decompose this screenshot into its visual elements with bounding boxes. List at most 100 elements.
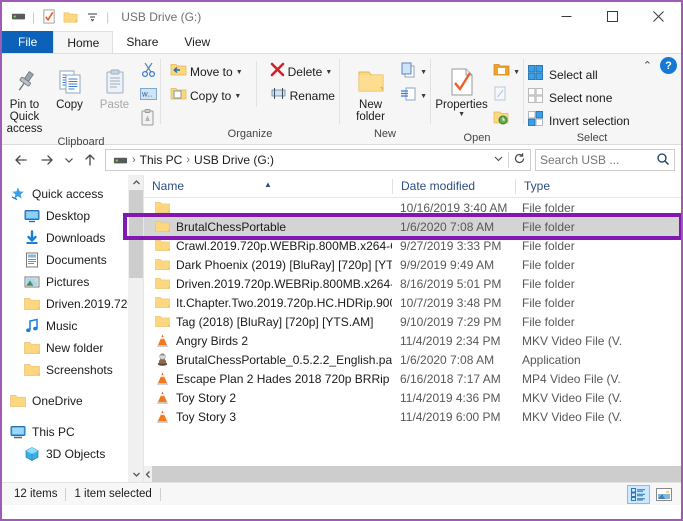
file-name-cell[interactable]: Toy Story 3	[144, 409, 392, 425]
sidebar-item-3d-objects[interactable]: 3D Objects	[2, 443, 143, 465]
chevron-down-icon-5[interactable]: ▼	[420, 93, 427, 100]
forward-button[interactable]	[34, 147, 60, 173]
column-header-name[interactable]: ▲ Name	[144, 175, 392, 198]
paste-button[interactable]: Paste	[92, 59, 137, 111]
nav-scrollbar-thumb[interactable]	[129, 190, 143, 278]
file-row[interactable]: BrutalChessPortable_0.5.2.2_English.paf 1…	[144, 350, 681, 369]
drive-icon[interactable]	[10, 8, 27, 25]
select-all-button[interactable]: Select all	[524, 65, 630, 85]
sidebar-item-downloads[interactable]: Downloads	[2, 227, 143, 249]
horizontal-scrollbar-thumb[interactable]	[152, 466, 681, 482]
file-name-cell[interactable]: Toy Story 2	[144, 390, 392, 406]
nav-scroll-down-button[interactable]	[129, 467, 143, 482]
file-name-cell[interactable]: BrutalChessPortable	[144, 219, 392, 235]
sidebar-item-onedrive[interactable]: OneDrive	[2, 390, 143, 412]
minimize-icon[interactable]	[543, 2, 589, 31]
file-name-cell[interactable]: Dark Phoenix (2019) [BluRay] [720p] [YTS…	[144, 257, 392, 273]
new-item-button[interactable]: ▼	[397, 61, 430, 83]
file-row[interactable]: BrutalChessPortable 1/6/2020 7:08 AM File …	[144, 217, 681, 236]
file-row[interactable]: Angry Birds 2 11/4/2019 2:34 PM MKV Video …	[144, 331, 681, 350]
chevron-down-icon-2[interactable]: ▼	[234, 93, 241, 100]
rename-button[interactable]: Rename	[267, 85, 338, 107]
new-folder-button[interactable]: New folder	[344, 59, 397, 123]
address-input[interactable]: › This PC › USB Drive (G:)	[105, 149, 531, 171]
open-icon	[493, 62, 510, 82]
copy-path-button[interactable]: W...	[137, 85, 160, 107]
file-row[interactable]: Crawl.2019.720p.WEBRip.800MB.x264-Gal...…	[144, 236, 681, 255]
up-button[interactable]	[77, 147, 103, 173]
tab-view[interactable]: View	[171, 31, 223, 53]
maximize-icon[interactable]	[589, 2, 635, 31]
paste-shortcut-button[interactable]	[137, 109, 160, 131]
tab-share[interactable]: Share	[113, 31, 171, 53]
history-button[interactable]	[490, 109, 523, 131]
copy-to-button[interactable]: Copy to ▼	[167, 85, 246, 107]
sidebar-item-quick-access[interactable]: Quick access	[2, 183, 143, 205]
select-none-button[interactable]: Select none	[524, 88, 630, 108]
file-row[interactable]: 10/16/2019 3:40 AM File folder	[144, 198, 681, 217]
sidebar-item-this-pc[interactable]: This PC	[2, 421, 143, 443]
sidebar-item-screenshots[interactable]: Screenshots	[2, 359, 143, 381]
sidebar-item-desktop[interactable]: Desktop	[2, 205, 143, 227]
breadcrumb-usb-drive[interactable]: USB Drive (G:)	[191, 153, 277, 167]
sidebar-item-documents[interactable]: Documents	[2, 249, 143, 271]
back-button[interactable]	[8, 147, 34, 173]
chevron-down-icon-6[interactable]: ▼	[458, 111, 465, 118]
file-row[interactable]: Driven.2019.720p.WEBRip.800MB.x264-G... 8…	[144, 274, 681, 293]
customize-caret-icon[interactable]	[84, 8, 101, 25]
column-header-type[interactable]: Type	[516, 175, 624, 198]
tab-file[interactable]: File	[2, 31, 54, 53]
sidebar-item-driven-2019-720p[interactable]: Driven.2019.720p	[2, 293, 143, 315]
address-dropdown-icon[interactable]	[493, 153, 504, 167]
file-name-cell[interactable]: Escape Plan 2 Hades 2018 720p BRRip 700.…	[144, 371, 392, 387]
tab-home[interactable]: Home	[53, 31, 114, 53]
file-row[interactable]: Escape Plan 2 Hades 2018 720p BRRip 700.…	[144, 369, 681, 388]
delete-button[interactable]: Delete ▼	[267, 61, 338, 83]
close-icon[interactable]	[635, 2, 681, 31]
search-input[interactable]: Search USB ...	[535, 149, 675, 171]
chevron-down-icon-7[interactable]: ▼	[513, 69, 520, 76]
file-row[interactable]: Toy Story 2 11/4/2019 4:36 PM MKV Video Fi…	[144, 388, 681, 407]
help-icon[interactable]: ?	[660, 57, 677, 74]
chevron-down-icon-4[interactable]: ▼	[420, 69, 427, 76]
invert-selection-button[interactable]: Invert selection	[524, 111, 630, 131]
horizontal-scrollbar[interactable]	[144, 466, 681, 482]
sidebar-item-pictures[interactable]: Pictures	[2, 271, 143, 293]
breadcrumb-this-pc[interactable]: This PC	[137, 153, 186, 167]
file-row[interactable]: Dark Phoenix (2019) [BluRay] [720p] [YTS…	[144, 255, 681, 274]
file-row[interactable]: It.Chapter.Two.2019.720p.HC.HDRip.900...…	[144, 293, 681, 312]
search-icon[interactable]	[656, 152, 670, 169]
file-name-cell[interactable]: BrutalChessPortable_0.5.2.2_English.paf	[144, 352, 392, 368]
nav-scroll-up-button[interactable]	[129, 175, 143, 190]
refresh-icon[interactable]	[513, 152, 526, 168]
copy-button[interactable]: Copy	[47, 59, 92, 111]
file-name-cell[interactable]	[144, 200, 392, 216]
nav-scrollbar[interactable]	[128, 175, 143, 482]
file-row[interactable]: Toy Story 3 11/4/2019 6:00 PM MKV Video Fi…	[144, 407, 681, 426]
edit-button[interactable]	[490, 85, 523, 107]
large-icons-view-button[interactable]	[652, 485, 675, 504]
pin-to-quick-access-button[interactable]: Pin to Quick access	[2, 59, 47, 135]
file-name-cell[interactable]: Driven.2019.720p.WEBRip.800MB.x264-G...	[144, 276, 392, 292]
sidebar-item-music[interactable]: Music	[2, 315, 143, 337]
file-name-cell[interactable]: Angry Birds 2	[144, 333, 392, 349]
cut-button[interactable]	[137, 61, 160, 83]
file-name-cell[interactable]: It.Chapter.Two.2019.720p.HC.HDRip.900...	[144, 295, 392, 311]
open-button[interactable]: ▼	[490, 61, 523, 83]
easy-access-button[interactable]: ▼	[397, 85, 430, 107]
recent-locations-button[interactable]	[60, 147, 77, 173]
sidebar-item-new-folder[interactable]: New folder	[2, 337, 143, 359]
chevron-up-icon[interactable]: ⌃	[643, 59, 652, 72]
new-folder-icon[interactable]	[62, 8, 79, 25]
column-header-date[interactable]: Date modified	[393, 175, 515, 198]
file-name-cell[interactable]: Crawl.2019.720p.WEBRip.800MB.x264-Gal...	[144, 238, 392, 254]
hscroll-left-button[interactable]	[144, 466, 152, 482]
properties-icon[interactable]	[40, 8, 57, 25]
file-row[interactable]: Tag (2018) [BluRay] [720p] [YTS.AM] 9/10/…	[144, 312, 681, 331]
chevron-down-icon[interactable]: ▼	[236, 69, 243, 76]
details-view-button[interactable]	[627, 484, 650, 504]
properties-button[interactable]: Properties ▼	[433, 59, 490, 118]
chevron-down-icon-3[interactable]: ▼	[325, 69, 332, 76]
move-to-button[interactable]: Move to ▼	[167, 61, 246, 83]
file-name-cell[interactable]: Tag (2018) [BluRay] [720p] [YTS.AM]	[144, 314, 392, 330]
